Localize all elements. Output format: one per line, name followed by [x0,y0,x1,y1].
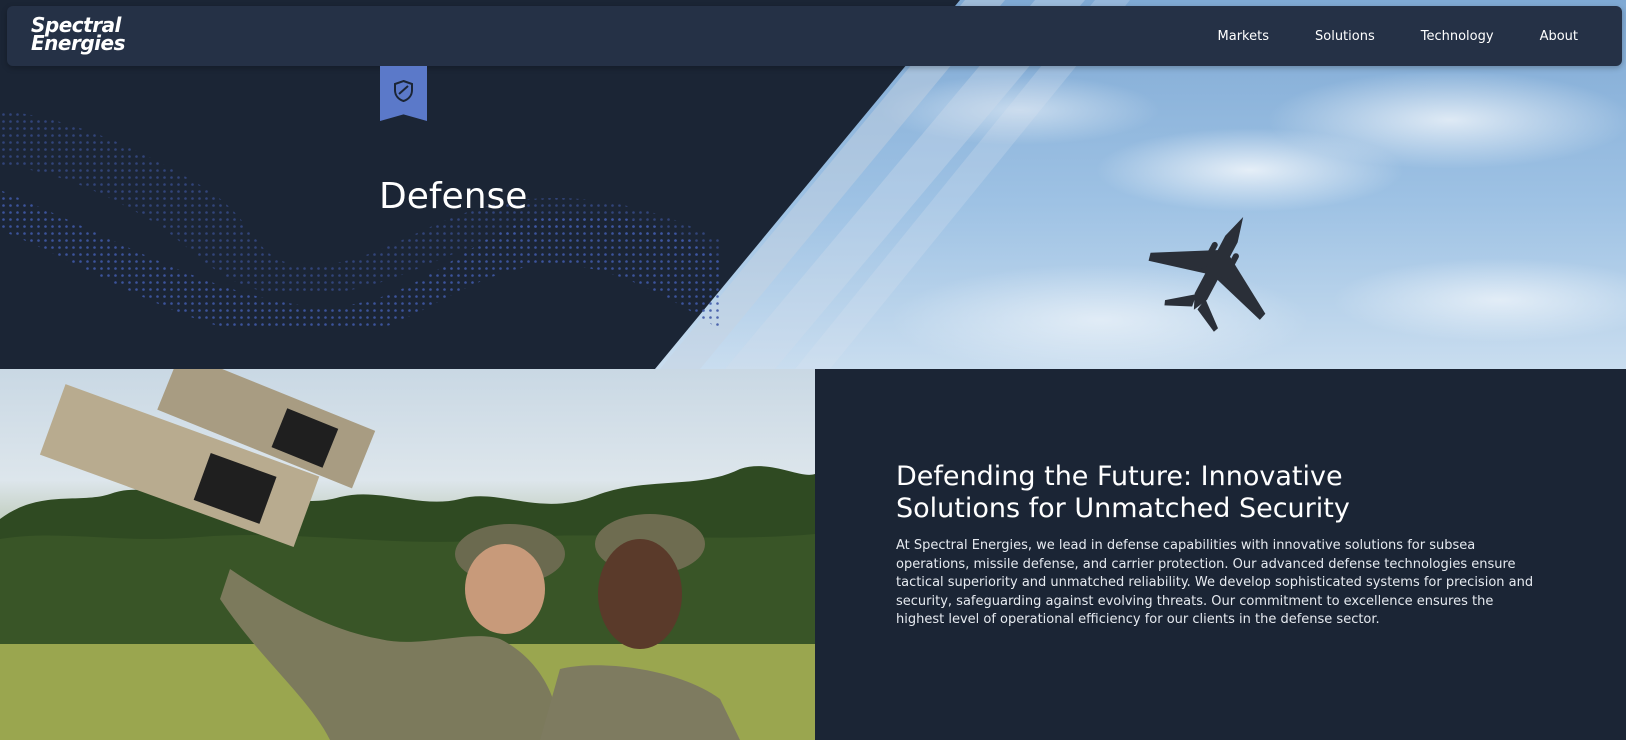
nav-item-markets[interactable]: Markets [1218,29,1269,44]
brand-logo-line2: Energies [31,31,125,55]
page: Spectral Energies Markets Solutions Tech… [0,0,1626,740]
nav-item-technology[interactable]: Technology [1421,29,1494,44]
top-nav-bar: Spectral Energies Markets Solutions Tech… [7,6,1622,66]
brand-logo[interactable]: Spectral Energies [31,15,141,58]
section-heading: Defending the Future: Innovative Solutio… [896,461,1350,524]
category-badge [380,66,427,121]
page-title: Defense [379,176,528,217]
nav-links: Markets Solutions Technology About [1172,6,1578,66]
soldiers-illustration [0,369,815,740]
dot-wave-pattern [0,110,720,330]
fighter-jet-image [1148,217,1266,332]
soldiers-photo [0,369,815,740]
info-section: Defending the Future: Innovative Solutio… [815,369,1626,740]
nav-item-solutions[interactable]: Solutions [1315,29,1375,44]
shield-icon [394,79,413,103]
nav-item-about[interactable]: About [1540,29,1578,44]
section-body: At Spectral Energies, we lead in defense… [896,538,1534,627]
